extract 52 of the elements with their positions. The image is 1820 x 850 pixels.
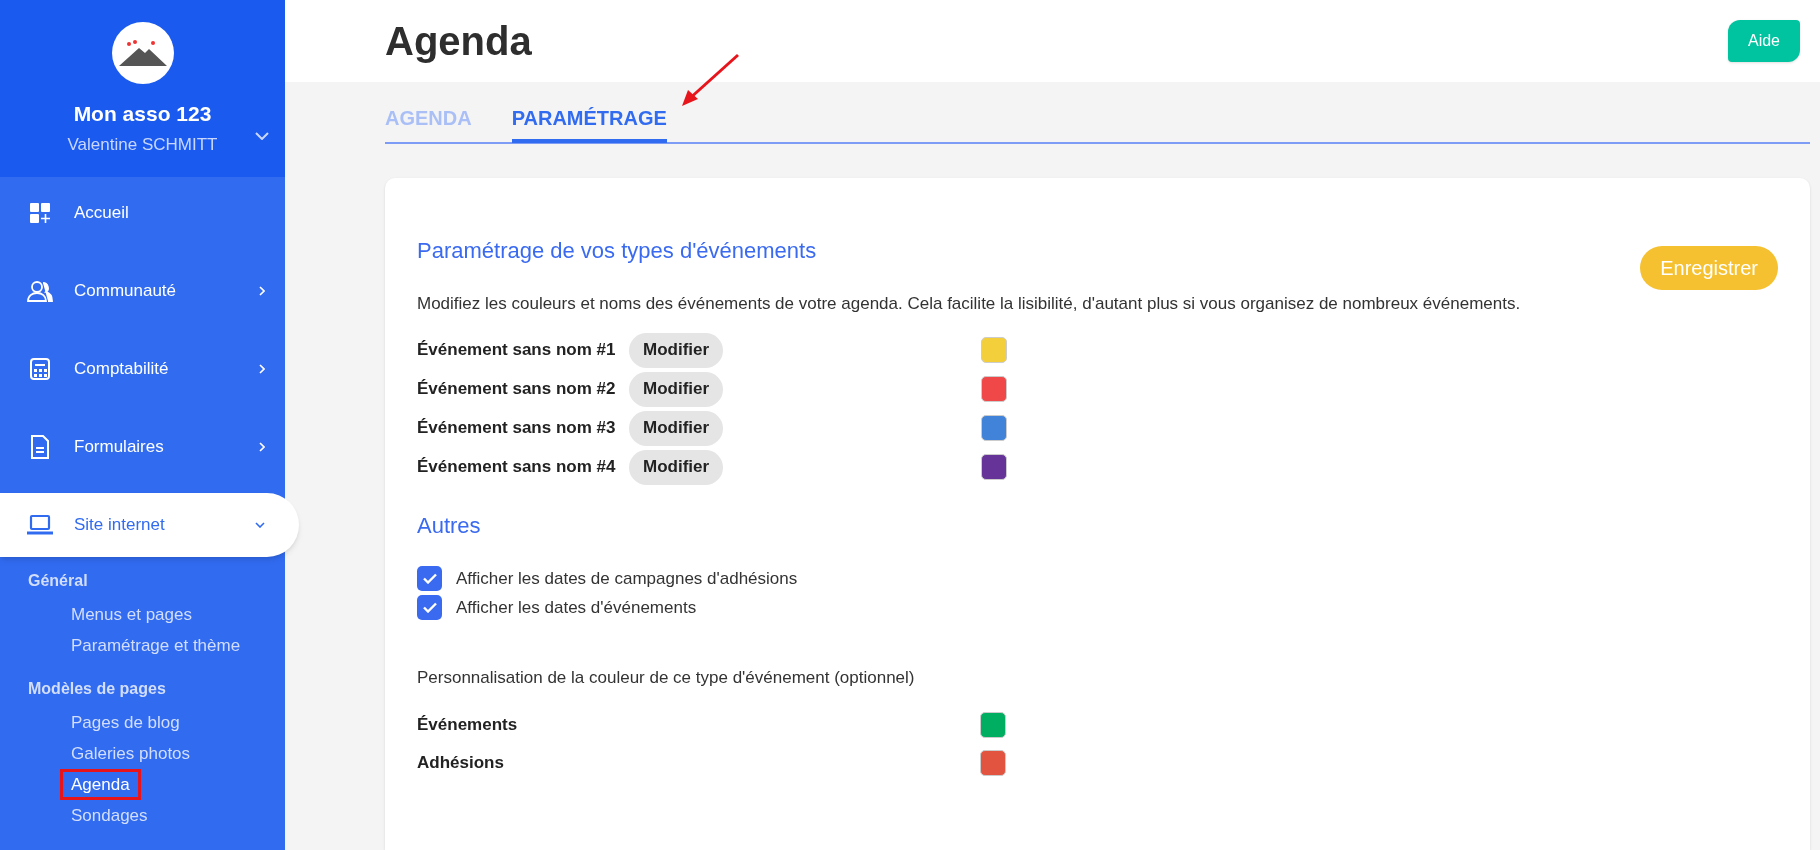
sidebar-item[interactable]: Site internet <box>0 493 299 557</box>
group-heading: Modèles de pages <box>28 679 167 699</box>
section-title: Autres <box>417 511 482 540</box>
color-note: Personnalisation de la couleur de ce type d'événement (optionnel) <box>417 666 916 689</box>
menu-label: Accueil <box>74 202 130 225</box>
submenu-link[interactable]: Paramétrage et thème <box>60 630 252 661</box>
sidebar-item[interactable]: Formulaires <box>0 415 285 479</box>
menu-label: Site internet <box>74 514 166 537</box>
section-title: Paramétrage de vos types d'événements <box>417 237 818 265</box>
event-type-name: Événement sans nom #3 <box>417 417 617 440</box>
color-label: Événements <box>417 714 519 737</box>
color-swatch[interactable] <box>981 454 1008 480</box>
event-type-name: Événement sans nom #2 <box>417 378 617 401</box>
page-title: Agenda <box>385 18 532 65</box>
menu-label: Formulaires <box>74 436 165 459</box>
color-swatch[interactable] <box>981 337 1008 363</box>
description: Modifiez les couleurs et noms des événements de votre agenda. Cela facilite la lisibilité, d'autant plus si vous organisez de nombreux événements. <box>417 293 1522 315</box>
color-swatch[interactable] <box>980 712 1006 738</box>
modify-button[interactable]: Modifier <box>629 371 724 407</box>
sidebar-item[interactable]: Accueil <box>0 181 285 245</box>
user-name[interactable]: Valentine SCHMITT <box>67 131 218 157</box>
menu-label: Communauté <box>74 280 178 303</box>
event-type-name: Événement sans nom #1 <box>417 339 617 362</box>
people-icon <box>26 280 54 302</box>
laptop-icon <box>26 514 54 536</box>
submenu-link[interactable]: Sondages <box>60 800 159 831</box>
modify-button[interactable]: Modifier <box>629 332 724 368</box>
color-swatch[interactable] <box>981 376 1008 402</box>
submenu-link[interactable]: Agenda <box>60 769 141 800</box>
checkbox[interactable] <box>417 565 442 591</box>
checkbox[interactable] <box>417 595 442 621</box>
sidebar-item[interactable]: Communauté <box>0 259 285 323</box>
modify-button[interactable]: Modifier <box>629 449 724 485</box>
submenu-link[interactable]: Pages de blog <box>60 707 191 738</box>
color-swatch[interactable] <box>980 750 1006 776</box>
modify-button[interactable]: Modifier <box>629 410 724 446</box>
checkbox-label: Afficher les dates d'événements <box>456 597 697 619</box>
checkbox-label: Afficher les dates de campagnes d'adhésions <box>456 567 798 590</box>
tab[interactable]: PARAMÉTRAGE <box>511 103 667 143</box>
submenu-link[interactable]: Menus et pages <box>60 599 203 630</box>
submenu-link[interactable]: Galeries photos <box>60 738 202 769</box>
check-icon <box>422 602 437 614</box>
sidebar-item[interactable]: Comptabilité <box>0 337 285 401</box>
chevron-down-icon[interactable] <box>255 132 269 140</box>
organization-name: Mon asso 123 <box>73 101 212 127</box>
annotation-arrow <box>680 52 742 108</box>
color-label: Adhésions <box>417 752 505 775</box>
group-heading: Général <box>28 571 89 591</box>
color-swatch[interactable] <box>981 415 1008 441</box>
event-type-name: Événement sans nom #4 <box>417 456 617 479</box>
check-icon <box>422 572 437 584</box>
menu-label: Comptabilité <box>74 358 170 381</box>
